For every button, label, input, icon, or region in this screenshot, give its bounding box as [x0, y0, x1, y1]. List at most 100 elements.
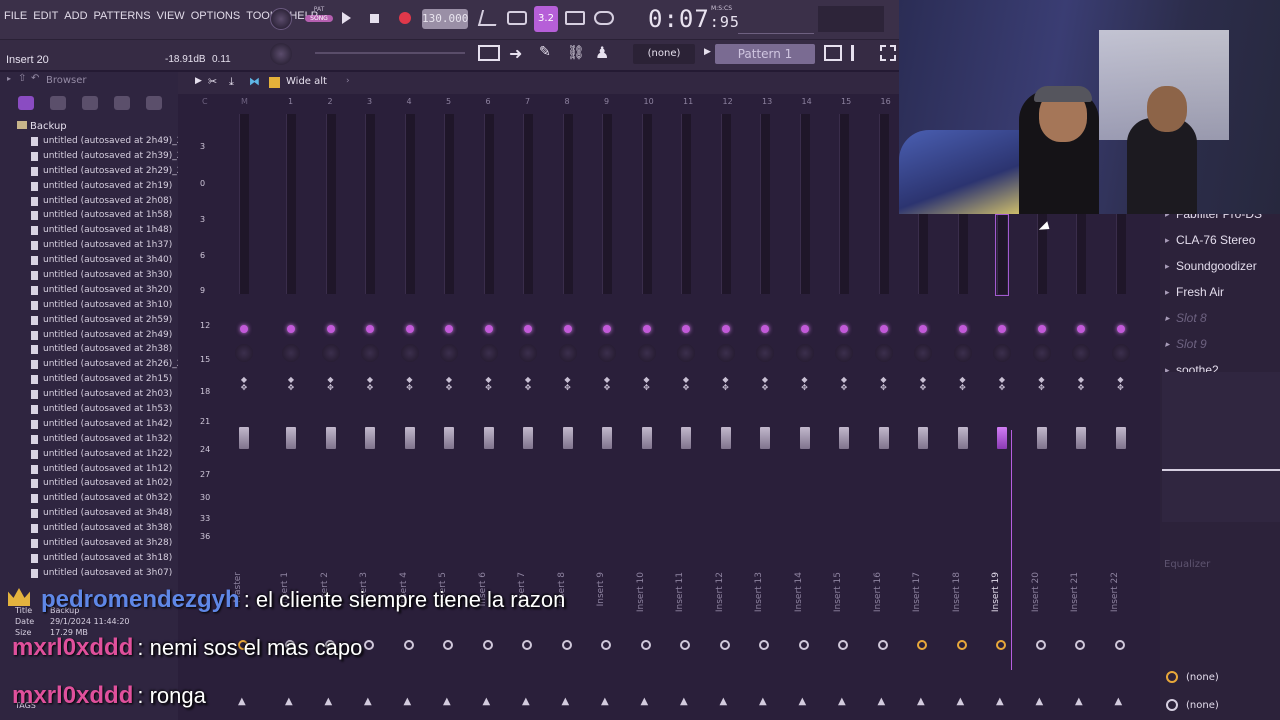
file-item[interactable]: untitled (autosaved at 1h37)	[0, 238, 178, 253]
browser-up-icon[interactable]: ⇧	[18, 73, 26, 84]
stereo-swap-icon[interactable]: ◆ ✥	[721, 376, 731, 400]
file-item[interactable]: untitled (autosaved at 2h49)_2	[0, 134, 183, 149]
pan-knob[interactable]	[400, 344, 419, 362]
stereo-swap-icon[interactable]: ◆ ✥	[523, 376, 533, 400]
arrow-up-icon[interactable]: ▲	[996, 696, 1004, 707]
volume-fader[interactable]	[523, 427, 533, 449]
file-item[interactable]: untitled (autosaved at 1h48)	[0, 223, 178, 238]
pan-knob[interactable]	[1072, 344, 1090, 362]
volume-fader[interactable]	[483, 427, 494, 449]
route-dot[interactable]	[996, 640, 1006, 650]
file-item[interactable]: untitled (autosaved at 1h22)	[0, 447, 178, 462]
master-pitch-knob[interactable]	[270, 43, 292, 65]
route-dot[interactable]	[1035, 640, 1046, 650]
menu-edit[interactable]: EDIT	[33, 10, 58, 22]
file-item[interactable]: untitled (autosaved at 2h03)	[0, 387, 178, 402]
eq-curve[interactable]	[1162, 372, 1280, 522]
volume-fader[interactable]	[1115, 427, 1126, 449]
master-volume-knob[interactable]	[270, 8, 292, 30]
tempo-display[interactable]: 130.000	[422, 9, 468, 29]
file-item[interactable]: untitled (autosaved at 1h58)	[0, 208, 178, 223]
mixer-preset-name[interactable]: Wide alt	[286, 76, 327, 87]
channel-select[interactable]: (none)	[633, 44, 695, 64]
pan-knob[interactable]	[598, 344, 616, 362]
documents-tab[interactable]	[50, 96, 66, 110]
fx-slot-2[interactable]: CLA-76 Stereo	[1160, 227, 1280, 253]
pattern-selector[interactable]: Pattern 1	[715, 44, 815, 64]
stereo-swap-icon[interactable]: ◆ ✥	[1037, 376, 1047, 400]
stereo-swap-icon[interactable]: ◆ ✥	[286, 376, 296, 400]
file-item[interactable]: untitled (autosaved at 2h08)	[0, 194, 178, 209]
volume-fader[interactable]	[562, 427, 573, 449]
volume-fader[interactable]	[286, 427, 296, 449]
backup-folder[interactable]: Backup	[0, 116, 178, 134]
pan-knob[interactable]	[874, 344, 893, 362]
wait-record-icon[interactable]	[507, 11, 527, 25]
stereo-swap-icon[interactable]: ◆ ✥	[365, 376, 375, 400]
volume-fader[interactable]	[681, 427, 691, 449]
file-item[interactable]: untitled (autosaved at 3h40)	[0, 253, 178, 268]
stereo-swap-icon[interactable]: ◆ ✥	[839, 376, 849, 400]
typing-keyboard-icon[interactable]	[565, 11, 585, 25]
stereo-swap-icon[interactable]: ◆ ✥	[602, 376, 612, 400]
channel-rack-icon[interactable]	[851, 45, 869, 61]
volume-fader[interactable]	[1036, 427, 1047, 449]
pan-knob[interactable]	[993, 344, 1011, 362]
file-item[interactable]: untitled (autosaved at 1h42)	[0, 417, 178, 432]
pan-knob[interactable]	[479, 344, 498, 362]
volume-fader[interactable]	[602, 427, 612, 449]
volume-fader[interactable]	[641, 427, 652, 449]
pan-knob[interactable]	[1111, 344, 1130, 362]
mixer-icon[interactable]	[880, 45, 896, 61]
pan-knob[interactable]	[835, 344, 853, 362]
playlist-icon[interactable]	[824, 45, 842, 61]
volume-fader[interactable]	[839, 427, 849, 449]
browser-back-icon[interactable]: ↶	[31, 73, 39, 84]
pan-knob[interactable]	[637, 344, 656, 362]
pan-knob[interactable]	[914, 344, 932, 362]
pan-knob[interactable]	[282, 344, 300, 362]
pan-knob[interactable]	[321, 344, 340, 362]
fx-slot-9[interactable]: Slot 9	[1160, 331, 1280, 357]
stereo-swap-icon[interactable]: ◆ ✥	[958, 376, 968, 400]
menu-options[interactable]: OPTIONS	[191, 10, 241, 22]
mixer-snap-icon[interactable]: ⧓	[249, 75, 260, 88]
file-item[interactable]: untitled (autosaved at 3h38)	[0, 521, 178, 536]
pattern-prev-arrow[interactable]: ▶	[704, 47, 711, 57]
stereo-swap-icon[interactable]: ◆ ✥	[642, 376, 652, 400]
volume-fader[interactable]	[444, 427, 454, 449]
arrow-up-icon[interactable]: ▲	[1115, 696, 1123, 707]
cloud-tab[interactable]	[146, 96, 162, 110]
metronome-icon[interactable]	[477, 10, 501, 26]
pan-knob[interactable]	[1032, 344, 1051, 362]
file-item[interactable]: untitled (autosaved at 2h19)	[0, 179, 178, 194]
stereo-swap-icon[interactable]: ◆ ✥	[800, 376, 810, 400]
arrow-up-icon[interactable]: ▲	[1036, 696, 1044, 707]
file-item[interactable]: untitled (autosaved at 2h15)	[0, 372, 178, 387]
file-item[interactable]: untitled (autosaved at 2h26)_2	[0, 357, 183, 372]
arrow-right-icon[interactable]: ➜	[509, 44, 522, 63]
file-item[interactable]: untitled (autosaved at 3h10)	[0, 298, 178, 313]
file-item[interactable]: untitled (autosaved at 1h12)	[0, 462, 178, 477]
volume-fader[interactable]	[720, 427, 731, 449]
file-item[interactable]: untitled (autosaved at 1h53)	[0, 402, 178, 417]
route-dot[interactable]	[956, 640, 967, 650]
stereo-swap-icon[interactable]: ◆ ✥	[879, 376, 889, 400]
mixer-preset-icon[interactable]	[269, 77, 280, 88]
volume-fader[interactable]	[239, 427, 249, 449]
file-item[interactable]: untitled (autosaved at 2h39)_2	[0, 149, 183, 164]
fx-input-select[interactable]: (none)	[1186, 672, 1219, 683]
browser-menu-arrow[interactable]: ▸	[7, 74, 11, 83]
pan-knob[interactable]	[440, 344, 458, 362]
arrow-up-icon[interactable]: ▲	[917, 696, 925, 707]
volume-fader[interactable]	[365, 427, 375, 449]
volume-fader[interactable]	[325, 427, 336, 449]
stereo-swap-icon[interactable]: ◆ ✥	[681, 376, 691, 400]
stereo-swap-icon[interactable]: ◆ ✥	[326, 376, 336, 400]
loop-record-icon[interactable]	[594, 11, 614, 25]
file-item[interactable]: untitled (autosaved at 3h30)	[0, 268, 178, 283]
play-button[interactable]	[342, 12, 351, 24]
fx-output-select[interactable]: (none)	[1186, 700, 1219, 711]
menu-file[interactable]: FILE	[4, 10, 27, 22]
file-item[interactable]: untitled (autosaved at 3h28)	[0, 536, 178, 551]
